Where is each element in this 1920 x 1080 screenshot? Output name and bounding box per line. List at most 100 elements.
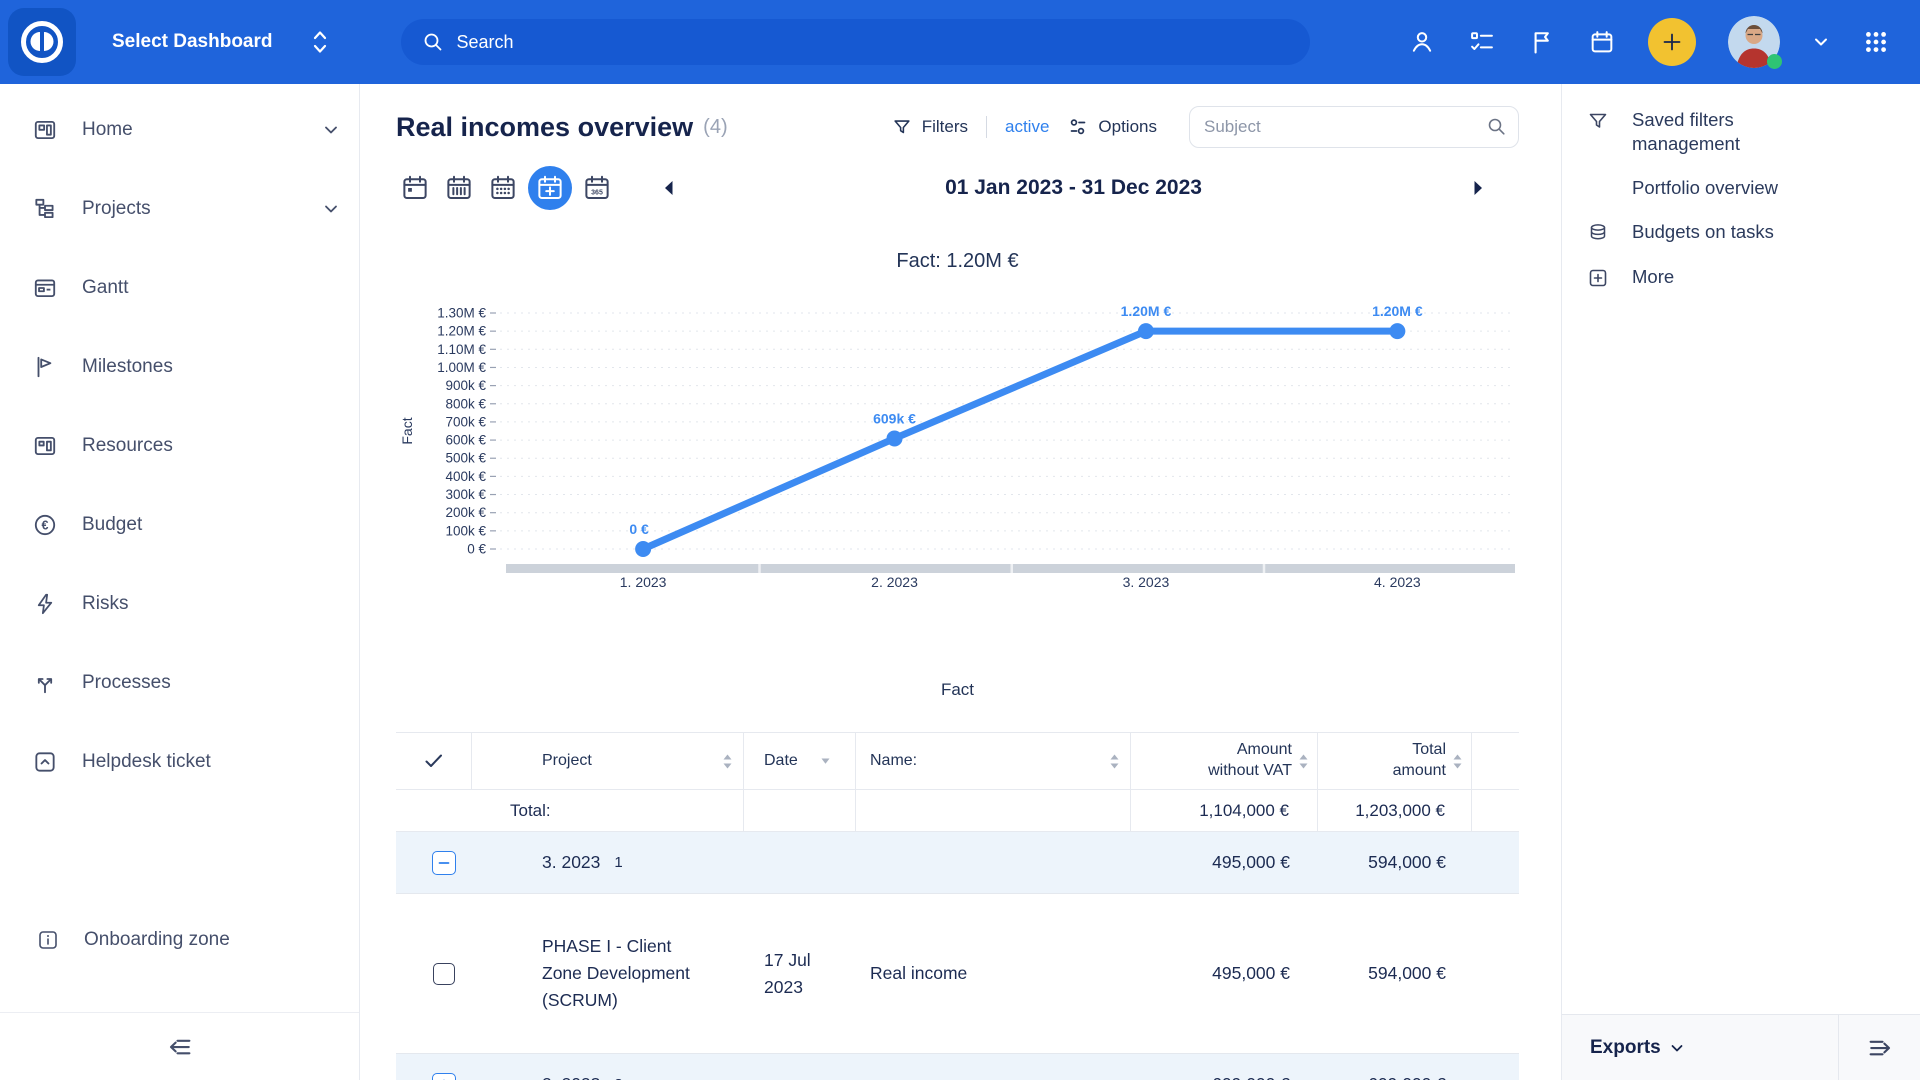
svg-text:609k €: 609k € <box>873 410 916 426</box>
page-title: Real incomes overview <box>396 112 693 143</box>
sort-icon[interactable] <box>1452 753 1463 770</box>
plus-icon <box>1660 30 1684 54</box>
avatar[interactable] <box>1728 16 1780 68</box>
chevron-down-icon <box>1669 1040 1685 1056</box>
milestone-flag-icon <box>32 354 58 380</box>
svg-text:€: € <box>42 518 49 532</box>
app-logo[interactable] <box>0 0 84 84</box>
exports-button[interactable]: Exports <box>1562 1015 1838 1080</box>
expand-group-button[interactable] <box>432 1073 456 1080</box>
left-sidebar: Home Projects Gantt Milestones Resources <box>0 84 360 1080</box>
search-icon[interactable] <box>1485 115 1509 144</box>
sidebar-item-helpdesk-ticket[interactable]: Helpdesk ticket <box>0 722 359 801</box>
column-header-project[interactable]: Project <box>472 733 744 789</box>
group-label: 3. 2023 <box>542 852 600 873</box>
dashboard-selector[interactable]: Select Dashboard <box>112 29 329 55</box>
sidebar-item-label: Budget <box>82 514 142 536</box>
group-row-q2-2023[interactable]: 2. 2023 3 609,000 € 609,000 € <box>396 1054 1519 1080</box>
sidebar-item-budget[interactable]: € Budget <box>0 485 359 564</box>
sort-icon[interactable] <box>1109 753 1120 770</box>
sidebar-item-label: Milestones <box>82 356 173 378</box>
options-sliders-icon <box>1067 116 1089 138</box>
total-amount: 1,203,000 € <box>1318 790 1472 831</box>
options-button[interactable]: Options <box>1067 116 1157 138</box>
sort-icon[interactable] <box>1298 753 1309 770</box>
fact-line-chart[interactable]: 0 €100k €200k €300k €400k €500k €600k €7… <box>396 294 1519 594</box>
empty-cell <box>856 790 1131 831</box>
scale-year-button[interactable]: 365 <box>578 169 616 207</box>
filters-active-link[interactable]: active <box>1005 117 1049 137</box>
column-label: Name: <box>870 752 917 770</box>
prev-period-button[interactable] <box>656 173 681 203</box>
scale-month-button[interactable] <box>484 169 522 207</box>
svg-text:Fact: Fact <box>399 417 415 444</box>
sidebar-item-risks[interactable]: Risks <box>0 564 359 643</box>
svg-text:365: 365 <box>591 189 603 196</box>
budgets-on-tasks[interactable]: Budgets on tasks <box>1586 210 1902 255</box>
profile-chevron-down-icon[interactable] <box>1812 33 1830 51</box>
euro-circle-icon: € <box>32 512 58 538</box>
cell-name[interactable]: Real income <box>870 963 967 984</box>
column-header-name[interactable]: Name: <box>856 733 1131 789</box>
search-icon <box>421 30 445 54</box>
column-label: Date <box>764 752 798 770</box>
filter-dropdown-icon[interactable] <box>820 757 831 765</box>
apps-grid-icon[interactable] <box>1862 28 1890 56</box>
table-row-real-income[interactable]: PHASE I - Client Zone Development (SCRUM… <box>396 894 1519 1054</box>
sidebar-item-projects[interactable]: Projects <box>0 169 359 248</box>
column-header-total-amount[interactable]: Total amount <box>1318 733 1472 789</box>
calendar-icon[interactable] <box>1588 28 1616 56</box>
flag-icon[interactable] <box>1528 28 1556 56</box>
svg-text:1.20M €: 1.20M € <box>1121 303 1172 319</box>
topbar-actions <box>1408 16 1920 68</box>
collapse-group-button[interactable] <box>432 851 456 875</box>
collapse-right-icon <box>1865 1033 1895 1063</box>
next-period-button[interactable] <box>1466 173 1491 203</box>
collapse-left-icon <box>165 1032 195 1062</box>
svg-text:3. 2023: 3. 2023 <box>1123 574 1170 590</box>
table-total-row: Total: 1,104,000 € 1,203,000 € <box>396 790 1519 832</box>
minus-icon <box>437 856 451 870</box>
subject-search-input[interactable] <box>1189 106 1519 148</box>
filters-button[interactable]: Filters <box>891 116 968 138</box>
sidebar-item-home[interactable]: Home <box>0 90 359 169</box>
column-label: Total amount <box>1366 740 1446 782</box>
sidebar-item-gantt[interactable]: Gantt <box>0 248 359 327</box>
group-row-q3-2023[interactable]: 3. 2023 1 495,000 € 594,000 € <box>396 832 1519 894</box>
collapse-sidebar-button[interactable] <box>0 1012 359 1080</box>
row-checkbox[interactable] <box>433 963 455 985</box>
svg-text:1.10M €: 1.10M € <box>437 342 486 357</box>
scale-quarter-button-selected[interactable] <box>528 166 572 210</box>
results-table: Project Date Name: Amount without VAT <box>396 732 1519 1080</box>
sidebar-item-processes[interactable]: Processes <box>0 643 359 722</box>
more-widgets[interactable]: More <box>1586 255 1902 300</box>
sidebar-item-label: Processes <box>82 672 171 694</box>
portfolio-overview[interactable]: Portfolio overview <box>1586 166 1902 210</box>
add-new-button[interactable] <box>1648 18 1696 66</box>
svg-text:300k €: 300k € <box>445 487 486 502</box>
coins-icon <box>1586 221 1612 245</box>
sort-icon[interactable] <box>722 753 733 770</box>
topbar: Select Dashboard Search <box>0 0 1920 84</box>
svg-text:2. 2023: 2. 2023 <box>871 574 918 590</box>
column-header-date[interactable]: Date <box>744 733 856 789</box>
sidebar-item-resources[interactable]: Resources <box>0 406 359 485</box>
sidebar-item-milestones[interactable]: Milestones <box>0 327 359 406</box>
total-label: Total: <box>396 790 744 831</box>
empty-cell <box>1472 790 1519 831</box>
sidebar-item-onboarding-zone[interactable]: Onboarding zone <box>0 916 359 964</box>
chevron-down-icon[interactable] <box>323 122 339 138</box>
saved-filters-management[interactable]: Saved filters management <box>1586 98 1902 166</box>
tasks-checklist-icon[interactable] <box>1468 28 1496 56</box>
chevron-down-icon[interactable] <box>323 201 339 217</box>
expand-panel-button[interactable] <box>1838 1015 1920 1080</box>
global-search-input[interactable]: Search <box>401 19 1310 65</box>
select-all-checkmark[interactable] <box>396 733 472 789</box>
user-icon[interactable] <box>1408 28 1436 56</box>
group-total-amount: 609,000 € <box>1318 1074 1472 1080</box>
cell-project[interactable]: PHASE I - Client Zone Development (SCRUM… <box>542 933 692 1014</box>
sidebar-item-label: Resources <box>82 435 173 457</box>
scale-day-button[interactable] <box>396 169 434 207</box>
scale-week-button[interactable] <box>440 169 478 207</box>
column-header-amount-without-vat[interactable]: Amount without VAT <box>1131 733 1318 789</box>
